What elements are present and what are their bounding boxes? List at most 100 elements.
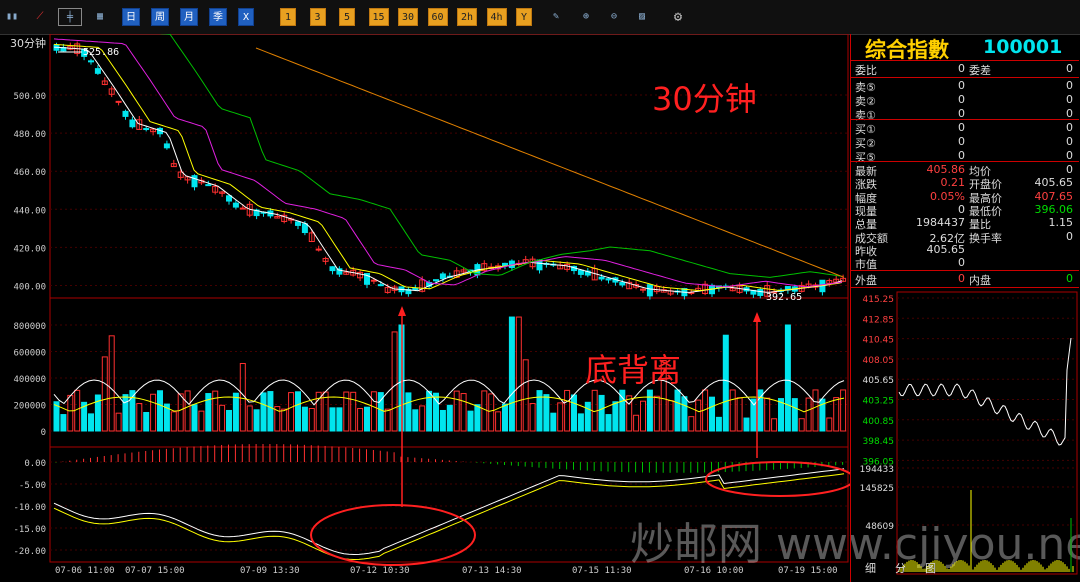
intraday-vol-tick: 194433 (860, 465, 894, 475)
volume-bar (184, 390, 191, 432)
volume-bar (633, 414, 640, 432)
minute-button-2[interactable]: 5 (339, 8, 355, 26)
minute-button-4[interactable]: 30 (398, 8, 419, 26)
candle-body (122, 110, 129, 117)
candle-body (640, 288, 646, 291)
buy-level: 买② 0 0 (855, 135, 1073, 150)
time-axis-label: 07-12 10:30 (350, 566, 410, 576)
buy-level-price: 0 (958, 121, 965, 134)
volume-bar (709, 396, 715, 432)
volume-bar (798, 418, 805, 432)
bottom-tab-2[interactable]: 图 (925, 560, 936, 576)
volume-bar (384, 408, 391, 432)
candle-body (129, 119, 136, 128)
buy-level-volume: 0 (1066, 135, 1073, 148)
quote-value: 0.05% (930, 189, 965, 203)
macd-tick-label: 0.00 (24, 459, 46, 469)
volume-bar (67, 394, 74, 432)
volume-bar (764, 397, 771, 432)
zoom-in-icon[interactable]: ⊕ (578, 8, 594, 26)
minute-button-3[interactable]: 15 (368, 8, 389, 26)
volume-bar (640, 400, 646, 432)
quote-row: 最新 405.86 均价 0 (855, 163, 1073, 178)
candle-body (370, 279, 377, 282)
minute-button-8[interactable]: Y (516, 8, 532, 26)
volume-bar (288, 392, 295, 432)
minute-button-6[interactable]: 2h (457, 8, 478, 26)
period-button-0[interactable]: 日 (122, 8, 140, 26)
volume-bar (681, 396, 688, 432)
intraday-price-line (898, 337, 1072, 446)
period-button-3[interactable]: 季 (209, 8, 227, 26)
quote-row: 幅度 0.05% 最高价 407.65 (855, 189, 1074, 205)
buy-level-volume: 0 (1066, 121, 1073, 134)
minute-button-7[interactable]: 4h (486, 8, 507, 26)
bottom-tab-0[interactable]: 细 (865, 560, 876, 576)
macd-tick-label: -15.00 (13, 525, 46, 535)
quote-value: 0.21 (940, 176, 966, 190)
volume-bar (543, 394, 550, 432)
volume-bar (212, 390, 219, 432)
quote-row: 现量 0 最低价 396.06 (855, 203, 1073, 218)
volume-bar (646, 389, 653, 432)
volume-bar (412, 409, 419, 432)
buy-level: 买① 0 0 (855, 121, 1073, 136)
quote-panel: 综合指數 100001 委比 0 委差 0 卖⑤ 0 0 卖② 0 0 卖① 0 0 买① 0 0 买②… (850, 34, 1080, 582)
line-chart-icon[interactable]: ⟋ (32, 8, 48, 26)
candlestick-icon[interactable]: ╪ (58, 8, 82, 26)
price-tick-label: 400.00 (13, 283, 46, 293)
quote-value: 405.86 (926, 163, 966, 176)
period-button-1[interactable]: 周 (151, 8, 169, 26)
outer-value: 0 (958, 272, 965, 285)
quote-value: 0 (1066, 229, 1073, 243)
period-button-2[interactable]: 月 (180, 8, 198, 26)
volume-bar (488, 393, 495, 432)
pen-icon[interactable]: ▨ (634, 8, 650, 26)
period-button-4[interactable]: X (238, 8, 254, 26)
intraday-tick-label: 405.65 (863, 376, 895, 386)
volume-bar (605, 414, 612, 432)
volume-bar (805, 397, 812, 432)
intraday-chart[interactable]: 415.25 412.85 410.45 408.05 405.65 403.25 400.… (851, 290, 1080, 580)
minute-button-5[interactable]: 60 (427, 8, 448, 26)
volume-bar (157, 390, 163, 432)
quote-value: 0 (958, 256, 965, 270)
minute-button-1[interactable]: 3 (309, 8, 326, 26)
volume-bar (267, 391, 274, 432)
candle-body (502, 262, 508, 267)
volume-bar (840, 389, 847, 432)
volume-bar (833, 397, 840, 432)
volume-bar (584, 401, 591, 432)
volume-bar (150, 393, 157, 432)
volume-bar (253, 409, 260, 432)
candle-body (377, 284, 384, 287)
bar-chart-icon[interactable]: ▮▮ (4, 8, 20, 26)
volume-bar (246, 405, 253, 432)
volume-bar (329, 407, 336, 432)
weibi-value: 0 (958, 62, 965, 75)
volume-tick-label: 600000 (13, 349, 46, 359)
bottom-tab-1[interactable]: 分 (895, 560, 906, 576)
volume-bar (522, 359, 529, 432)
quote-value: 1984437 (916, 216, 965, 230)
volume-bar (460, 393, 467, 432)
ma60-line (159, 34, 843, 278)
gear-icon[interactable]: ⚙ (670, 8, 686, 26)
candle-body (598, 276, 605, 280)
price-tick-label: 480.00 (13, 130, 46, 140)
minute-button-0[interactable]: 1 (280, 8, 296, 26)
candle-body (205, 184, 212, 187)
candle-body (329, 266, 336, 272)
volume-bar (350, 391, 357, 432)
macd-tick-label: -5.00 (19, 481, 46, 491)
zoom-out-icon[interactable]: ⊖ (606, 8, 622, 26)
volume-bar (391, 331, 398, 432)
calendar-icon[interactable]: ▦ (92, 8, 108, 26)
macd-tick-label: -10.00 (13, 503, 46, 513)
quote-value: 407.65 (1034, 189, 1074, 203)
quote-row: 成交额 2.62亿 换手率 0 (855, 229, 1073, 245)
candle-body (412, 287, 419, 291)
draw-tool-icon[interactable]: ✎ (548, 8, 564, 26)
quote-row: 涨跌 0.21 开盘价 405.65 (855, 176, 1073, 191)
volume-bar (60, 414, 67, 432)
